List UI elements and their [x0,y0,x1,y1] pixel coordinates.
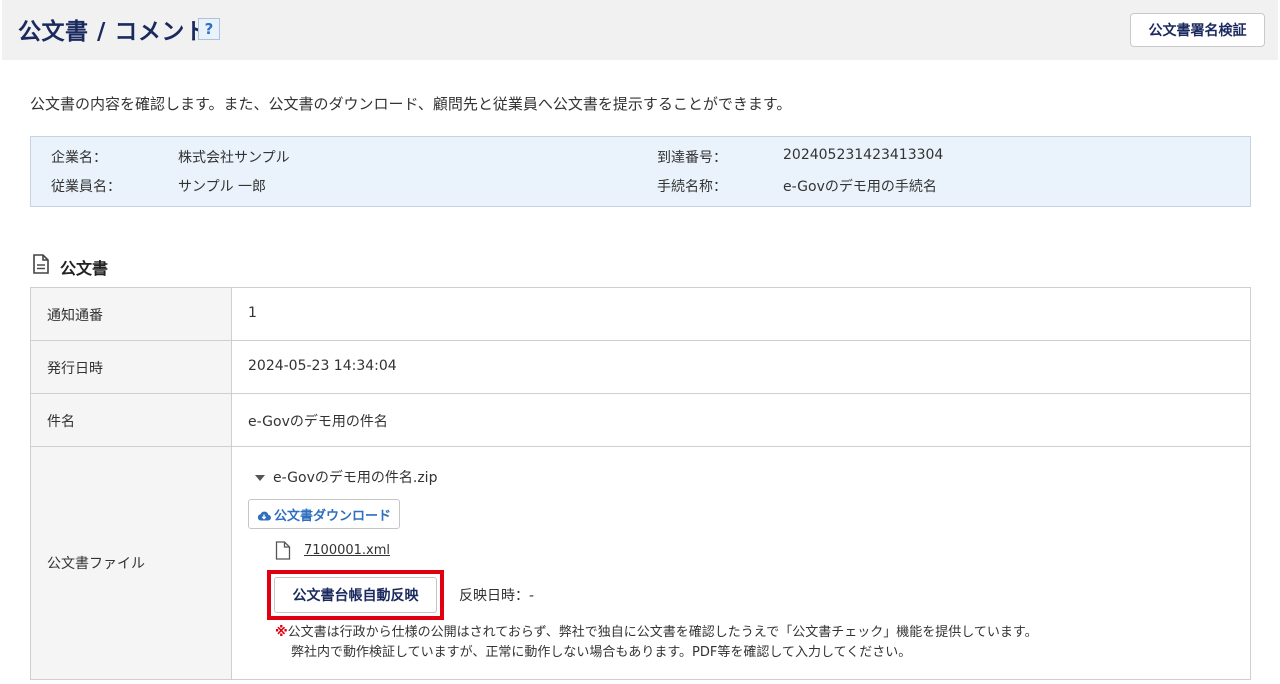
subject-label: 件名 [47,414,75,430]
employee-value: サンプル 一郎 [178,179,267,195]
file-label: 公文書ファイル [47,556,145,572]
table-row: 公文書ファイル e-Govのデモ用の件名.zip 公文書ダウンロード 71000… [31,447,1250,680]
document-icon [33,254,49,274]
company-label: 企業名： [51,150,107,166]
verify-signature-button[interactable]: 公文書署名検証 [1130,13,1265,47]
subject-value: e-Govのデモ用の件名 [248,414,388,430]
issued-value: 2024-05-23 14:34:04 [248,358,397,374]
info-box: 企業名： 株式会社サンプル 従業員名： サンプル 一郎 到達番号： 202405… [30,136,1251,207]
notice-no-value: 1 [248,305,257,321]
notice-text: ※公文書は行政から仕様の公開はされておらず、弊社で独自に公文書を確認したうえで「… [275,623,1038,663]
arrival-number-label: 到達番号： [657,150,727,166]
auto-reflect-button[interactable]: 公文書台帳自動反映 [274,577,437,613]
reflect-date: 反映日時：- [459,588,535,604]
file-icon [275,541,291,560]
notice-line-1: 公文書は行政から仕様の公開はされておらず、弊社で独自に公文書を確認したうえで「公… [287,625,1038,640]
employee-label: 従業員名： [51,179,121,195]
arrival-number-value: 20240523142341330​4 [783,147,944,163]
notice-line-2: 弊社内で動作検証していますが、正常に動作しない場合もあります。PDF等を確認して… [291,645,912,660]
procedure-label: 手続名称： [657,179,727,195]
intro-text: 公文書の内容を確認します。また、公文書のダウンロード、顧問先と従業員へ公文書を提… [30,95,792,113]
cloud-download-icon [257,511,271,521]
issued-label: 発行日時 [47,361,103,377]
notice-mark: ※ [275,625,288,640]
procedure-value: e-Govのデモ用の手続名 [783,179,937,195]
page-title: 公文書 / コメント [18,19,209,45]
download-button[interactable]: 公文書ダウンロード [248,499,400,529]
page-header: 公文書 / コメント ? 公文書署名検証 [2,0,1278,60]
download-button-label: 公文書ダウンロード [274,508,392,524]
notice-no-label: 通知通番 [47,308,103,324]
table-row: 通知通番 1 [31,288,1250,341]
section-title-text: 公文書 [60,259,109,278]
table-row: 発行日時 2024-05-23 14:34:04 [31,341,1250,394]
table-row: 件名 e-Govのデモ用の件名 [31,394,1250,447]
xml-file-link[interactable]: 7100001.xml [304,543,390,558]
caret-down-icon [255,475,265,481]
help-icon[interactable]: ? [198,18,220,40]
company-value: 株式会社サンプル [178,150,290,166]
document-detail-table: 通知通番 1 発行日時 2024-05-23 14:34:04 件名 e-Gov… [30,287,1251,680]
zip-toggle[interactable]: e-Govのデモ用の件名.zip [255,467,437,487]
zip-name: e-Govのデモ用の件名.zip [273,470,438,486]
